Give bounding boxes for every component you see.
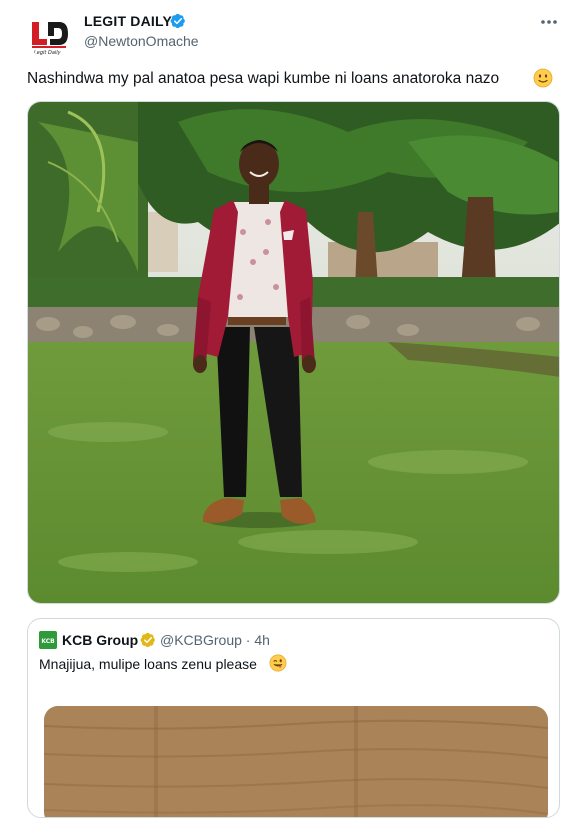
- author-avatar[interactable]: Legit Daily: [26, 12, 72, 58]
- slightly-smiling-face-icon: [533, 68, 553, 88]
- wooden-surface-image: [44, 706, 548, 817]
- kcb-logo-icon[interactable]: KCB: [39, 631, 57, 649]
- svg-text:KCB: KCB: [41, 638, 55, 645]
- author-handle[interactable]: @NewtonOmache: [84, 33, 199, 49]
- more-dots-icon[interactable]: [540, 18, 558, 26]
- quoted-tweet[interactable]: KCB KCB Group @KCBGroup · 4h Mnajijua, m…: [27, 618, 560, 818]
- quoted-media-image[interactable]: [44, 706, 548, 817]
- verified-badge-icon: [170, 13, 185, 29]
- man-in-garden-photo: [28, 102, 559, 603]
- quoted-handle-time[interactable]: @KCBGroup · 4h: [160, 632, 270, 648]
- winking-tongue-face-icon: [269, 654, 287, 672]
- svg-text:Legit Daily: Legit Daily: [34, 50, 62, 56]
- author-name[interactable]: LEGIT DAILY: [84, 13, 172, 29]
- tweet-text: Nashindwa my pal anatoa pesa wapi kumbe …: [27, 70, 500, 87]
- gold-verified-badge-icon: [140, 632, 155, 648]
- tweet-photo[interactable]: [27, 101, 560, 604]
- legit-daily-logo-icon: Legit Daily: [26, 12, 72, 58]
- quoted-text: Mnajijua, mulipe loans zenu please: [39, 656, 257, 672]
- quoted-author-name[interactable]: KCB Group: [62, 632, 138, 648]
- tweet-card[interactable]: Legit Daily LEGIT DAILY @NewtonOmache Na…: [0, 0, 582, 818]
